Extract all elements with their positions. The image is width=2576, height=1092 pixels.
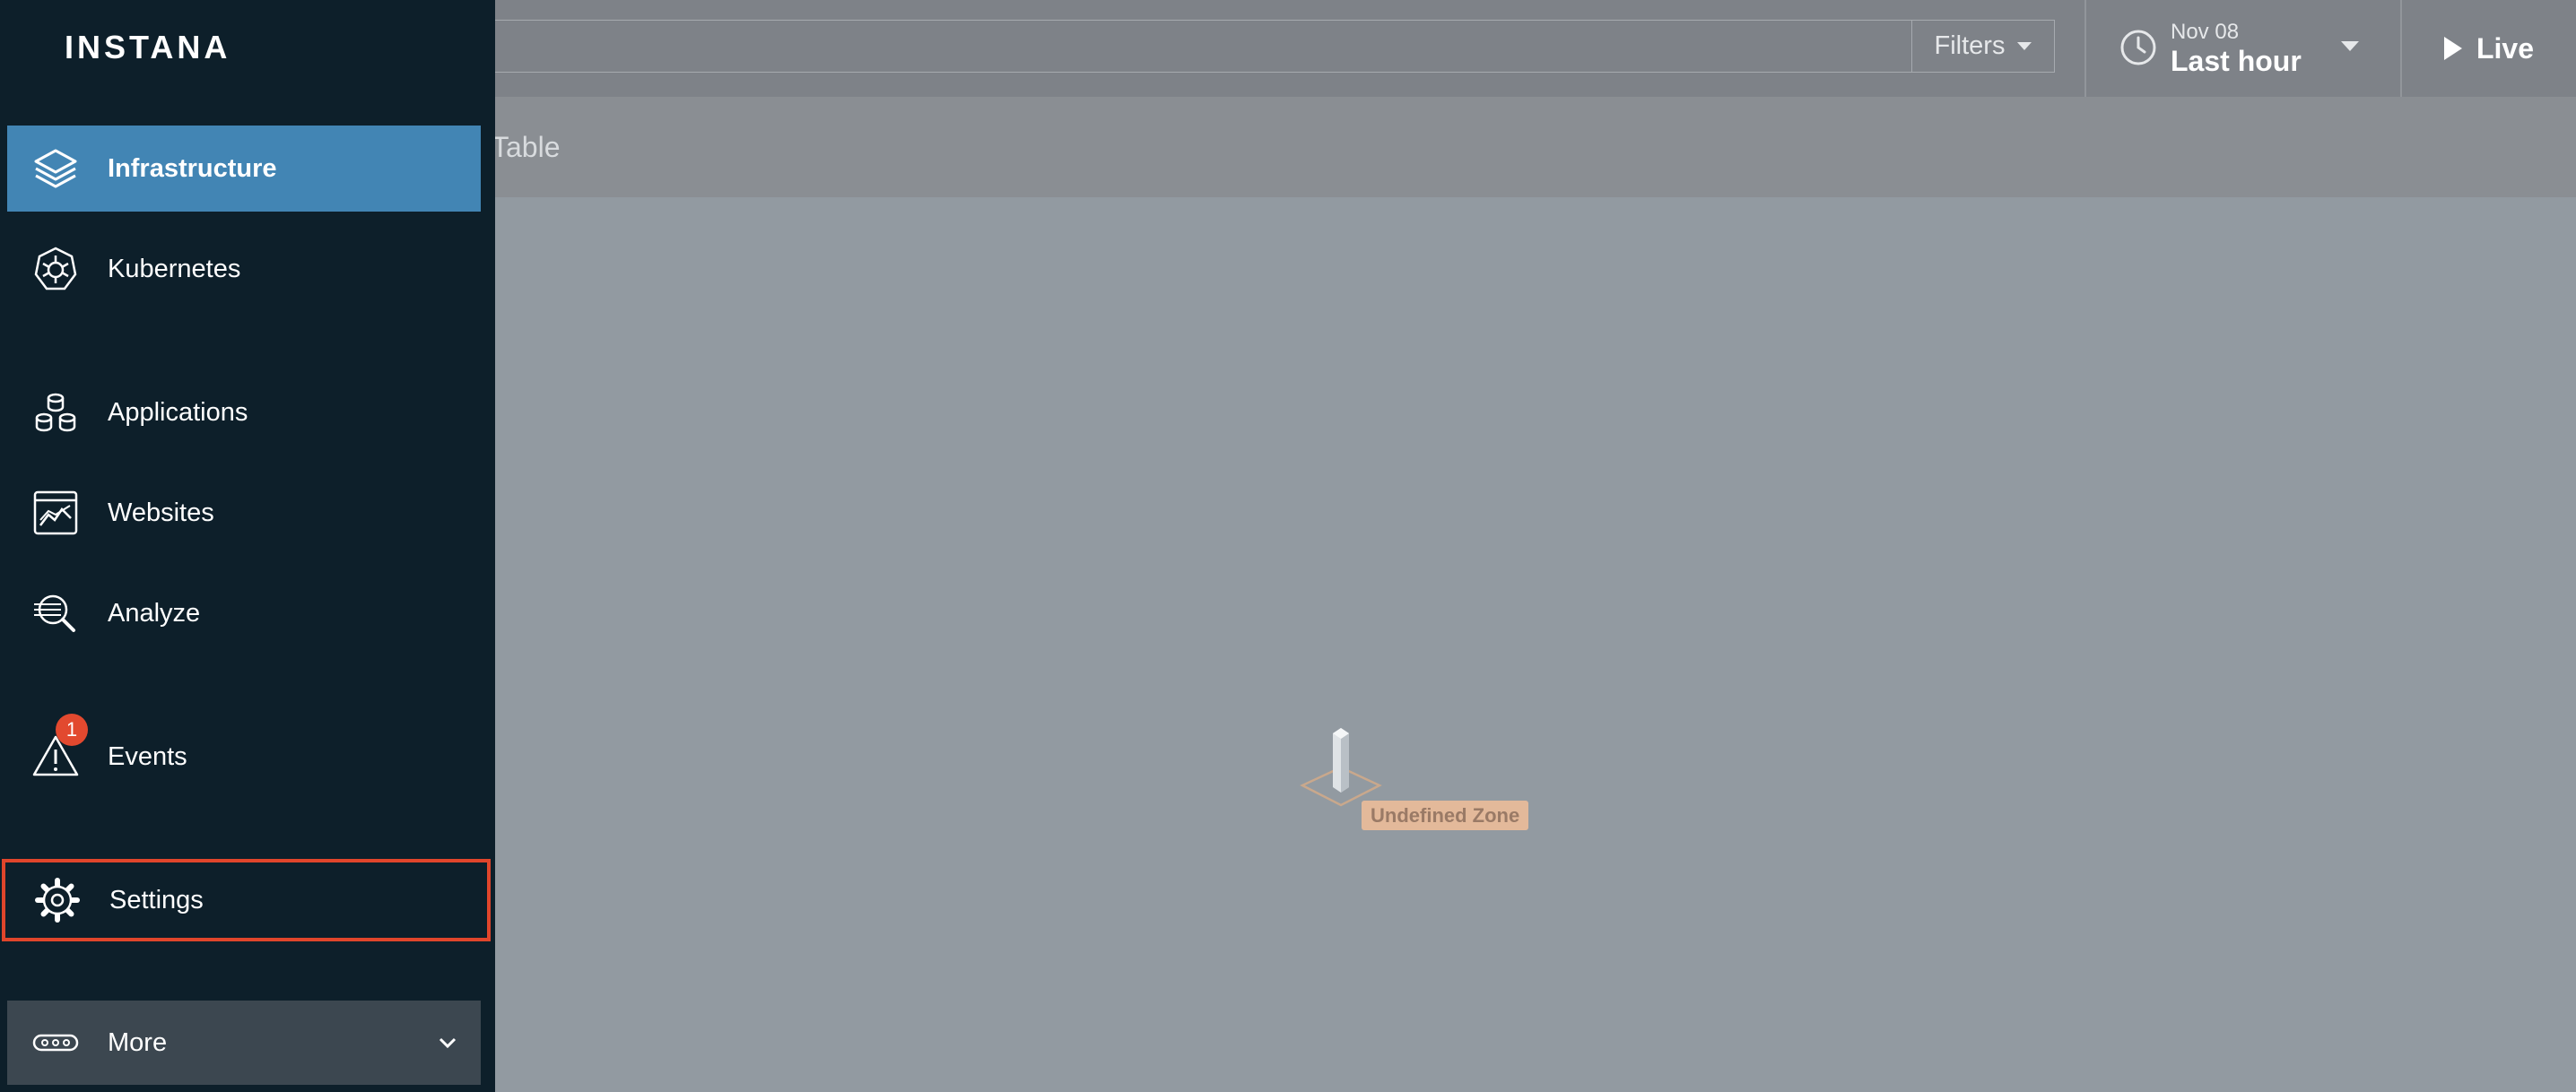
chevron-down-icon xyxy=(439,1037,457,1049)
sidebar-item-kubernetes[interactable]: Kubernetes xyxy=(7,226,481,312)
sidebar-item-label: Settings xyxy=(109,885,204,914)
search-input[interactable] xyxy=(494,20,2055,73)
filters-button[interactable]: Filters xyxy=(1911,20,2055,73)
tab-table[interactable]: Table xyxy=(492,131,561,164)
time-picker[interactable]: Nov 08 Last hour xyxy=(2086,0,2400,97)
sidebar-item-label: Kubernetes xyxy=(108,254,241,283)
clock-icon xyxy=(2120,30,2156,65)
websites-icon xyxy=(30,488,81,538)
instana-logo[interactable]: INSTANA xyxy=(65,29,231,66)
kubernetes-icon xyxy=(30,244,81,294)
sidebar-item-infrastructure[interactable]: Infrastructure xyxy=(7,126,481,212)
sidebar-item-label: Applications xyxy=(108,397,248,427)
sidebar: INSTANA Infrastructure Kubernetes Applic… xyxy=(0,0,495,1092)
live-label: Live xyxy=(2476,31,2535,65)
caret-down-icon xyxy=(2017,42,2032,50)
filters-label: Filters xyxy=(1934,31,2006,60)
sidebar-item-label: Events xyxy=(108,741,187,771)
applications-icon xyxy=(30,387,81,438)
play-icon xyxy=(2443,37,2462,60)
live-button[interactable]: Live xyxy=(2402,0,2576,97)
chevron-down-icon xyxy=(2341,41,2359,51)
layers-icon xyxy=(30,143,81,194)
zone-label[interactable]: Undefined Zone xyxy=(1362,801,1529,830)
sidebar-item-analyze[interactable]: Analyze xyxy=(7,570,481,656)
time-date: Nov 08 xyxy=(2171,20,2240,44)
sidebar-item-more[interactable]: More xyxy=(7,1001,481,1085)
time-range: Last hour xyxy=(2171,45,2302,77)
analyze-icon xyxy=(30,588,81,638)
sidebar-item-label: More xyxy=(108,1027,168,1057)
sidebar-item-label: Analyze xyxy=(108,598,201,628)
events-count-badge: 1 xyxy=(56,714,88,746)
sidebar-item-websites[interactable]: Websites xyxy=(7,470,481,556)
more-icon xyxy=(30,1018,81,1068)
sidebar-item-label: Infrastructure xyxy=(108,153,277,183)
sidebar-item-label: Websites xyxy=(108,498,214,527)
sidebar-item-applications[interactable]: Applications xyxy=(7,369,481,455)
gear-icon xyxy=(32,875,83,925)
sidebar-item-settings[interactable]: Settings xyxy=(2,859,491,941)
